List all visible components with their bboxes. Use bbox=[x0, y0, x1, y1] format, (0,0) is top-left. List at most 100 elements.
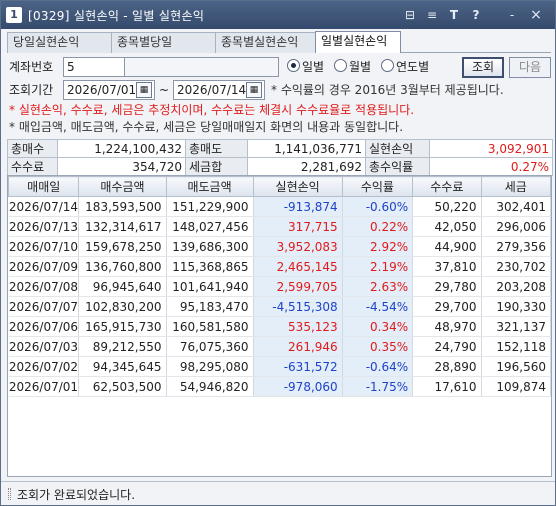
next-button[interactable]: 다음 bbox=[509, 57, 551, 78]
cell-trade-date: 2026/07/08 bbox=[8, 276, 80, 297]
radio-yearly-label[interactable]: 연도별 bbox=[396, 56, 429, 78]
table-row[interactable]: 2026/07/10 159,678,250 139,686,300 3,952,08… bbox=[8, 236, 551, 257]
summary-row: 총매수 1,224,100,432 총매도 1,141,036,771 실현손익… bbox=[7, 139, 553, 158]
cell-sell-amount: 95,183,470 bbox=[166, 296, 254, 317]
window-link-icon[interactable]: ⊟ bbox=[401, 6, 419, 24]
table-row[interactable]: 2026/07/03 89,212,550 76,075,360 261,946 0.3… bbox=[8, 336, 551, 357]
cell-buy-amount: 132,314,617 bbox=[78, 216, 167, 237]
cell-trade-date: 2026/07/07 bbox=[8, 296, 80, 317]
status-grip-icon bbox=[8, 488, 11, 500]
query-button[interactable]: 조회 bbox=[462, 57, 504, 78]
cell-tax: 196,560 bbox=[481, 356, 551, 377]
summary-value: 1,224,100,432 bbox=[57, 139, 186, 158]
table-row[interactable]: 2026/07/07 102,830,200 95,183,470 -4,515,30… bbox=[8, 296, 551, 317]
status-message: 조회가 완료되었습니다. bbox=[17, 488, 136, 502]
header-tax[interactable]: 세금 bbox=[480, 176, 551, 197]
header-return-rate[interactable]: 수익률 bbox=[341, 176, 414, 197]
radio-monthly-label[interactable]: 월별 bbox=[349, 56, 371, 78]
cell-sell-amount: 139,686,300 bbox=[166, 236, 254, 257]
estimate-notice: * 실현손익, 수수료, 세금은 추정치이며, 수수료는 체결시 수수료율로 적… bbox=[9, 103, 415, 117]
cell-trade-date: 2026/07/06 bbox=[8, 316, 80, 337]
cell-realized-pnl: -913,874 bbox=[253, 196, 343, 217]
start-calendar-icon[interactable]: ▦ bbox=[136, 82, 152, 98]
header-realized-pnl[interactable]: 실현손익 bbox=[252, 176, 343, 197]
header-trade-date[interactable]: 매매일 bbox=[8, 176, 80, 197]
yield-notice: * 수익률의 경우 2016년 3월부터 제공됩니다. bbox=[271, 83, 504, 97]
daily-pnl-table: 매매일 매수금액 매도금액 실현손익 수익률 수수료 세금 2026/07/14… bbox=[8, 176, 551, 397]
summary-label: 수수료 bbox=[7, 157, 58, 176]
cell-fee: 37,810 bbox=[412, 256, 482, 277]
period-separator: ~ bbox=[159, 83, 170, 97]
cell-fee: 17,610 bbox=[412, 376, 482, 397]
summary-value: 0.27% bbox=[429, 157, 553, 176]
tab-by-stock-today[interactable]: 종목별당일 bbox=[111, 32, 216, 53]
cell-realized-pnl: 261,946 bbox=[253, 336, 343, 357]
cell-trade-date: 2026/07/13 bbox=[8, 216, 80, 237]
cell-fee: 24,790 bbox=[412, 336, 482, 357]
status-bar: 조회가 완료되었습니다. bbox=[1, 481, 555, 505]
realized-pnl-window: 1 [0329] 실현손익 - 일별 실현손익 ⊟ ≡ T ? - × 당일실현… bbox=[0, 0, 556, 506]
table-row[interactable]: 2026/07/08 96,945,640 101,641,940 2,599,705… bbox=[8, 276, 551, 297]
radio-yearly[interactable] bbox=[381, 59, 394, 72]
table-row[interactable]: 2026/07/14 183,593,500 151,229,900 -913,874… bbox=[8, 196, 551, 217]
cell-sell-amount: 148,027,456 bbox=[166, 216, 254, 237]
cell-buy-amount: 136,760,800 bbox=[78, 256, 167, 277]
daily-pnl-grid[interactable]: 매매일 매수금액 매도금액 실현손익 수익률 수수료 세금 2026/07/14… bbox=[7, 175, 552, 477]
cell-tax: 296,006 bbox=[481, 216, 551, 237]
cell-buy-amount: 62,503,500 bbox=[78, 376, 167, 397]
cell-sell-amount: 160,581,580 bbox=[166, 316, 254, 337]
period-label: 조회기간 bbox=[9, 83, 54, 97]
radio-daily-label[interactable]: 일별 bbox=[302, 56, 324, 78]
summary-value: 3,092,901 bbox=[429, 139, 553, 158]
table-row[interactable]: 2026/07/13 132,314,617 148,027,456 317,715 0… bbox=[8, 216, 551, 237]
account-name-field bbox=[124, 57, 279, 77]
table-row[interactable]: 2026/07/06 165,915,730 160,581,580 535,123 0… bbox=[8, 316, 551, 337]
table-row[interactable]: 2026/07/09 136,760,800 115,368,865 2,465,14… bbox=[8, 256, 551, 277]
window-number-badge: 1 bbox=[6, 7, 22, 23]
cell-buy-amount: 89,212,550 bbox=[78, 336, 167, 357]
cell-trade-date: 2026/07/03 bbox=[8, 336, 80, 357]
end-calendar-icon[interactable]: ▦ bbox=[246, 82, 262, 98]
cell-return-rate: 2.19% bbox=[342, 256, 414, 277]
cell-fee: 50,220 bbox=[412, 196, 482, 217]
cell-tax: 279,356 bbox=[481, 236, 551, 257]
tab-today-realized[interactable]: 당일실현손익 bbox=[7, 32, 112, 53]
header-fee[interactable]: 수수료 bbox=[412, 176, 482, 197]
minimize-icon[interactable]: - bbox=[503, 6, 521, 24]
font-size-icon[interactable]: T bbox=[445, 6, 463, 24]
radio-daily[interactable] bbox=[287, 59, 300, 72]
radio-monthly[interactable] bbox=[334, 59, 347, 72]
account-number-input[interactable]: 5 bbox=[63, 57, 125, 77]
cell-trade-date: 2026/07/01 bbox=[8, 376, 80, 397]
title-bar: 1 [0329] 실현손익 - 일별 실현손익 ⊟ ≡ T ? - × bbox=[1, 1, 555, 29]
table-row[interactable]: 2026/07/01 62,503,500 54,946,820 -978,060 -1… bbox=[8, 376, 551, 397]
summary-label: 총매수 bbox=[7, 139, 58, 158]
cell-buy-amount: 165,915,730 bbox=[78, 316, 167, 337]
window-title: [0329] 실현손익 - 일별 실현손익 bbox=[28, 9, 205, 23]
cell-fee: 29,700 bbox=[412, 296, 482, 317]
cell-fee: 28,890 bbox=[412, 356, 482, 377]
cell-return-rate: -0.60% bbox=[342, 196, 414, 217]
cell-tax: 203,208 bbox=[481, 276, 551, 297]
cell-realized-pnl: 3,952,083 bbox=[253, 236, 343, 257]
tab-daily-realized[interactable]: 일별실현손익 bbox=[315, 31, 401, 53]
summary-label: 세금합 bbox=[185, 157, 248, 176]
cell-trade-date: 2026/07/14 bbox=[8, 196, 80, 217]
close-icon[interactable]: × bbox=[527, 6, 545, 24]
header-sell-amount[interactable]: 매도금액 bbox=[165, 176, 254, 197]
header-buy-amount[interactable]: 매수금액 bbox=[78, 176, 167, 197]
cell-return-rate: -0.64% bbox=[342, 356, 414, 377]
cell-fee: 29,780 bbox=[412, 276, 482, 297]
cell-trade-date: 2026/07/09 bbox=[8, 256, 80, 277]
cell-tax: 321,137 bbox=[481, 316, 551, 337]
cell-realized-pnl: -978,060 bbox=[253, 376, 343, 397]
tab-by-stock-realized[interactable]: 종목별실현손익 bbox=[215, 32, 316, 53]
table-row[interactable]: 2026/07/02 94,345,645 98,295,080 -631,572 -0… bbox=[8, 356, 551, 377]
help-icon[interactable]: ? bbox=[467, 6, 485, 24]
cell-return-rate: -1.75% bbox=[342, 376, 414, 397]
cell-sell-amount: 151,229,900 bbox=[166, 196, 254, 217]
cell-realized-pnl: 2,465,145 bbox=[253, 256, 343, 277]
window-menu-icon[interactable]: ≡ bbox=[423, 6, 441, 24]
period-row: 조회기간 2026/07/01 ▦ ~ 2026/07/14 ▦ * 수익률의 … bbox=[7, 79, 552, 101]
cell-return-rate: 0.34% bbox=[342, 316, 414, 337]
